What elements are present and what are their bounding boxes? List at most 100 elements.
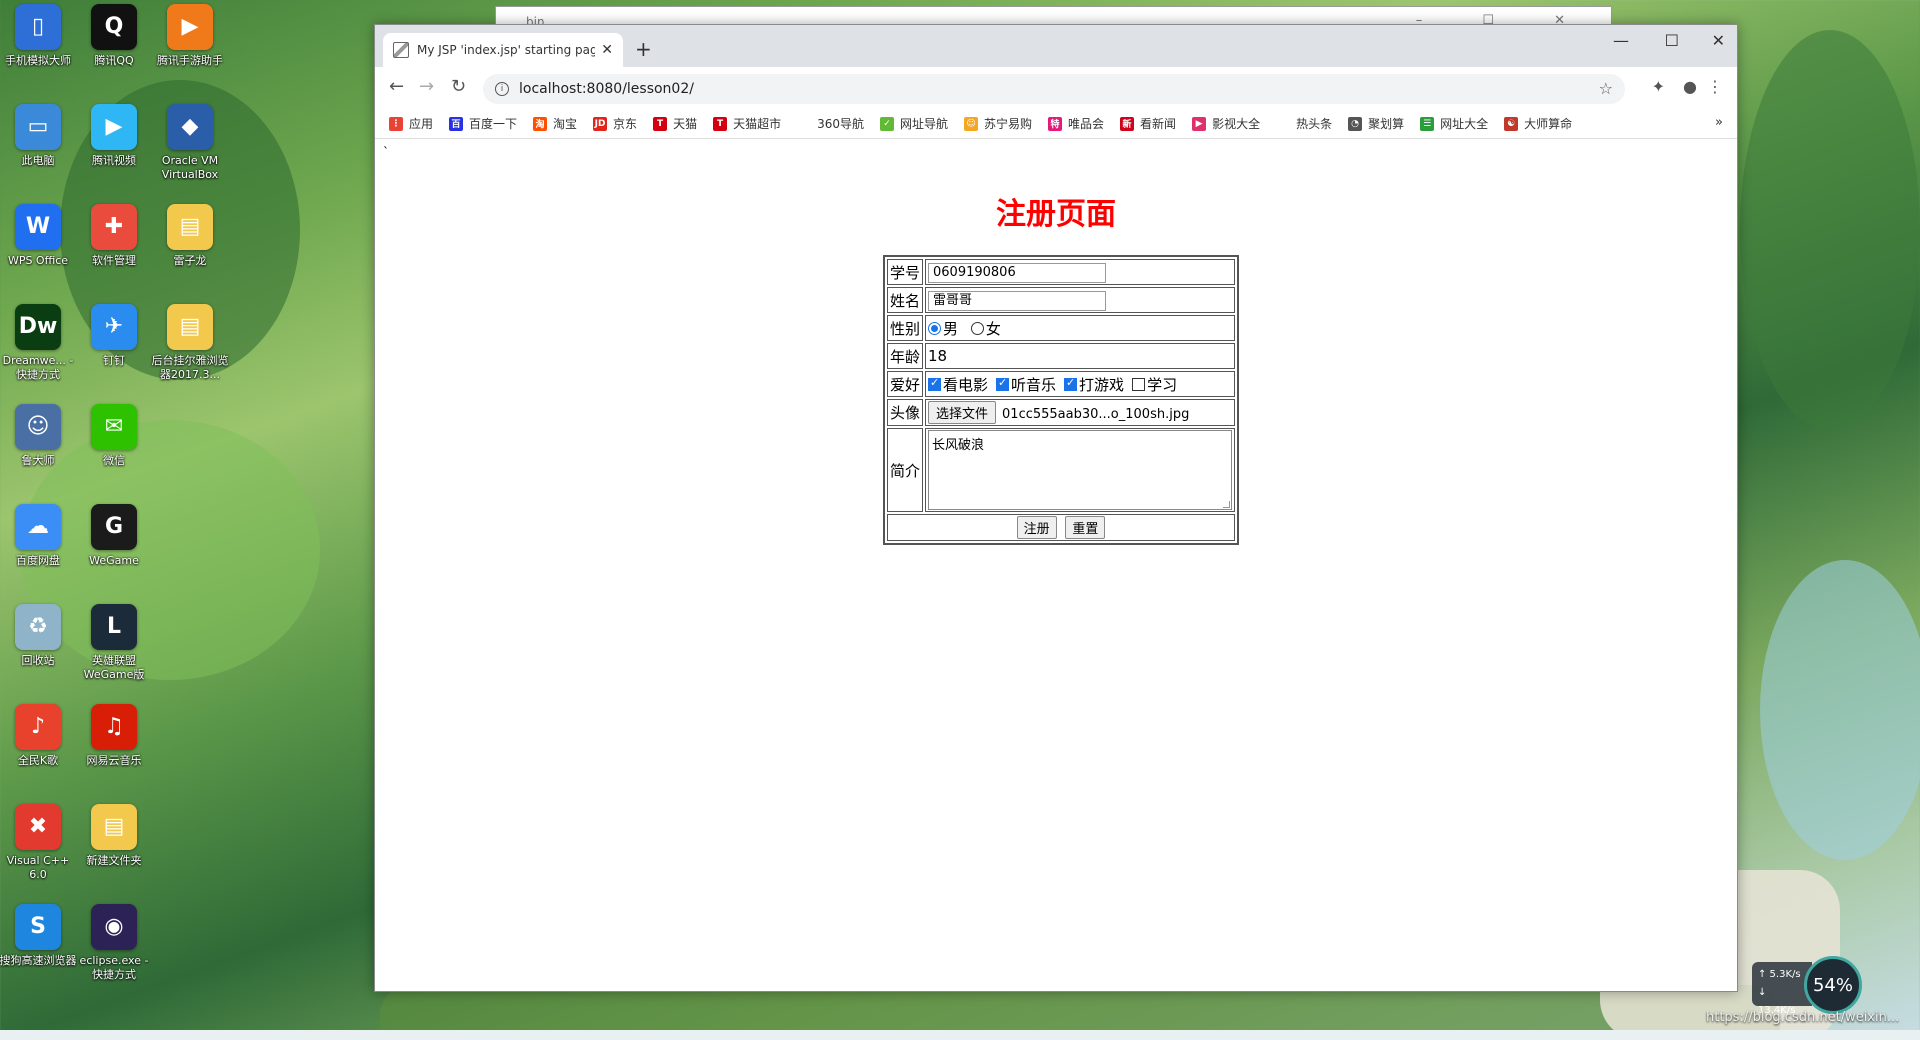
bookmark-item[interactable]: ✓ 网址导航 (880, 115, 948, 132)
bookmark-item[interactable]: JD 京东 (593, 115, 637, 132)
bookmark-item[interactable]: T 天猫 (653, 115, 697, 132)
reload-icon[interactable]: ↻ (451, 76, 466, 97)
desktop-icon[interactable]: ♪ 全民K歌 (0, 704, 78, 768)
form-row-avatar: 头像 选择文件 01cc555aab30...o_100sh.jpg (887, 399, 1236, 426)
desktop-icon[interactable]: S 搜狗高速浏览器 (0, 904, 78, 968)
hobby-label-text[interactable]: 打游戏 (1079, 376, 1124, 394)
choose-file-button[interactable]: 选择文件 (928, 401, 997, 424)
close-tab-icon[interactable]: ✕ (601, 42, 613, 58)
submit-button[interactable]: 注册 (1016, 516, 1057, 539)
bookmark-item[interactable]: 百百度一下 (449, 115, 517, 132)
url-text[interactable]: localhost:8080/lesson02/ (519, 81, 694, 97)
hobby-checkbox[interactable] (996, 376, 1010, 391)
desktop-icon[interactable]: ◉ eclipse.exe - 快捷方式 (74, 904, 154, 982)
hobby-checkbox[interactable] (1064, 376, 1078, 391)
bookmark-item[interactable]: ☺ 苏宁易购 (964, 115, 1032, 132)
bookmark-item[interactable]: 360导航 (797, 115, 864, 132)
desktop-icon[interactable]: ▭ 此电脑 (0, 104, 78, 168)
new-tab-icon[interactable]: + (635, 37, 652, 61)
desktop-icon[interactable]: Q 腾讯QQ (74, 4, 154, 68)
gender-male-radio[interactable] (928, 321, 942, 335)
bookmark-label: 百度一下 (469, 117, 518, 131)
hobby-label-text[interactable]: 听音乐 (1011, 376, 1056, 394)
karaoke-icon: ♪ (15, 704, 61, 750)
forward-arrow-icon[interactable]: → (419, 76, 434, 97)
desktop-icon[interactable]: ♫ 网易云音乐 (74, 704, 154, 768)
address-bar[interactable]: i localhost:8080/lesson02/ ☆ (483, 74, 1625, 104)
gender-female-label[interactable]: 女 (986, 320, 1001, 338)
desktop-icon[interactable]: W WPS Office (0, 204, 78, 268)
desktop-icon[interactable]: ▶ 腾讯手游助手 (150, 4, 230, 68)
avatar-label: 头像 (887, 399, 924, 426)
extensions-icon[interactable]: ✦ (1652, 77, 1665, 96)
bookmark-star-icon[interactable]: ☆ (1599, 79, 1613, 98)
page-favicon-icon (393, 42, 409, 58)
menu-icon[interactable]: ⋮ (1707, 77, 1723, 96)
form-row-bio: 简介 长风破浪 (887, 428, 1236, 512)
wallpaper-sky (1760, 560, 1920, 860)
folder-icon: ▤ (167, 204, 213, 250)
gender-male-label[interactable]: 男 (943, 320, 958, 338)
desktop-icon[interactable]: Dw Dreamwe... - 快捷方式 (0, 304, 78, 382)
bookmark-item[interactable]: 新看新闻 (1120, 115, 1176, 132)
bookmark-item[interactable]: ☰ 网址大全 (1420, 115, 1488, 132)
name-input[interactable]: 雷哥哥 (928, 290, 1107, 311)
network-speeds: ↑ 5.3K/s ↓ 13.4K/s (1752, 962, 1812, 1016)
taskbar-edge (0, 1030, 1920, 1040)
desktop-icon[interactable]: ✚ 软件管理 (74, 204, 154, 268)
bookmark-label: 影视大全 (1212, 117, 1261, 131)
desktop-icon[interactable]: G WeGame (74, 504, 154, 568)
more-bookmarks-icon[interactable]: » (1715, 115, 1723, 130)
bookmark-item[interactable]: ◔ 聚划算 (1348, 115, 1404, 132)
wegame-icon: G (91, 504, 137, 550)
minimize-icon[interactable]: — (1613, 31, 1629, 50)
browser-tab[interactable]: My JSP 'index.jsp' starting pag ✕ (383, 33, 623, 67)
desktop-icon-label: WPS Office (7, 254, 69, 267)
bookmark-icon: ☺ (964, 116, 979, 131)
network-monitor[interactable]: ↑ 5.3K/s ↓ 13.4K/s 54% (1752, 956, 1868, 1016)
bookmark-item[interactable]: ☯ 大师算命 (1504, 115, 1572, 132)
hobby-label-text[interactable]: 学习 (1147, 376, 1177, 394)
bookmark-item[interactable]: ⋮ 应用 (389, 115, 433, 132)
desktop-icon[interactable]: ✈ 钉钉 (74, 304, 154, 368)
desktop-icon[interactable]: ☺ 鲁大师 (0, 404, 78, 468)
info-icon[interactable]: i (495, 82, 509, 96)
hobby-label-text[interactable]: 看电影 (943, 376, 988, 394)
desktop-icon[interactable]: ◆ Oracle VM VirtualBox (150, 104, 230, 182)
gender-female-radio[interactable] (970, 321, 984, 335)
desktop-icon[interactable]: ▤ 新建文件夹 (74, 804, 154, 868)
bio-textarea[interactable]: 长风破浪 (928, 430, 1233, 510)
desktop-icon-label: Oracle VM VirtualBox (161, 154, 219, 181)
desktop-icon[interactable]: ✖ Visual C++ 6.0 (0, 804, 78, 882)
hobby-checkbox[interactable] (928, 376, 942, 391)
desktop-icon[interactable]: ✉ 微信 (74, 404, 154, 468)
desktop-icon[interactable]: ▤ 后台挂尔雅浏览器2017.3... (150, 304, 230, 382)
student-id-input[interactable]: 0609190806 (928, 262, 1107, 283)
close-window-icon[interactable]: ✕ (1712, 31, 1725, 50)
desktop-icon[interactable]: ♻ 回收站 (0, 604, 78, 668)
qq-icon: Q (91, 4, 137, 50)
file-name: 01cc555aab30...o_100sh.jpg (1002, 407, 1190, 422)
reset-button[interactable]: 重置 (1065, 516, 1106, 539)
desktop-icon-label: 手机模拟大师 (5, 54, 71, 67)
profile-icon[interactable]: ● (1683, 77, 1697, 96)
hobby-checkbox[interactable] (1132, 377, 1146, 391)
bookmark-item[interactable]: T 天猫超市 (713, 115, 781, 132)
folder-icon: ▤ (167, 304, 213, 350)
bookmark-item[interactable]: 特唯品会 (1048, 115, 1104, 132)
bookmark-icon (797, 116, 812, 131)
netease-music-icon: ♫ (91, 704, 137, 750)
bookmarks-bar: ⋮ 应用百百度一下淘淘宝 JD 京东 T 天猫 T 天猫超市 360导航 ✓ 网址导航 ☺ 苏宁易购特唯… (375, 109, 1737, 139)
bookmark-item[interactable]: 淘淘宝 (533, 115, 577, 132)
desktop-icon[interactable]: ▤ 雷子龙 (150, 204, 230, 268)
usage-gauge: 54% (1804, 956, 1862, 1014)
bookmark-label: 淘宝 (553, 117, 578, 131)
desktop-icon[interactable]: L 英雄联盟WeGame版 (74, 604, 154, 682)
maximize-icon[interactable]: ☐ (1665, 31, 1679, 50)
desktop-icon[interactable]: ▯ 手机模拟大师 (0, 4, 78, 68)
bookmark-item[interactable]: ▶ 影视大全 (1192, 115, 1260, 132)
desktop-icon[interactable]: ☁ 百度网盘 (0, 504, 78, 568)
bookmark-item[interactable]: 热头条 (1276, 115, 1332, 132)
desktop-icon[interactable]: ▶ 腾讯视频 (74, 104, 154, 168)
back-arrow-icon[interactable]: ← (389, 76, 404, 97)
